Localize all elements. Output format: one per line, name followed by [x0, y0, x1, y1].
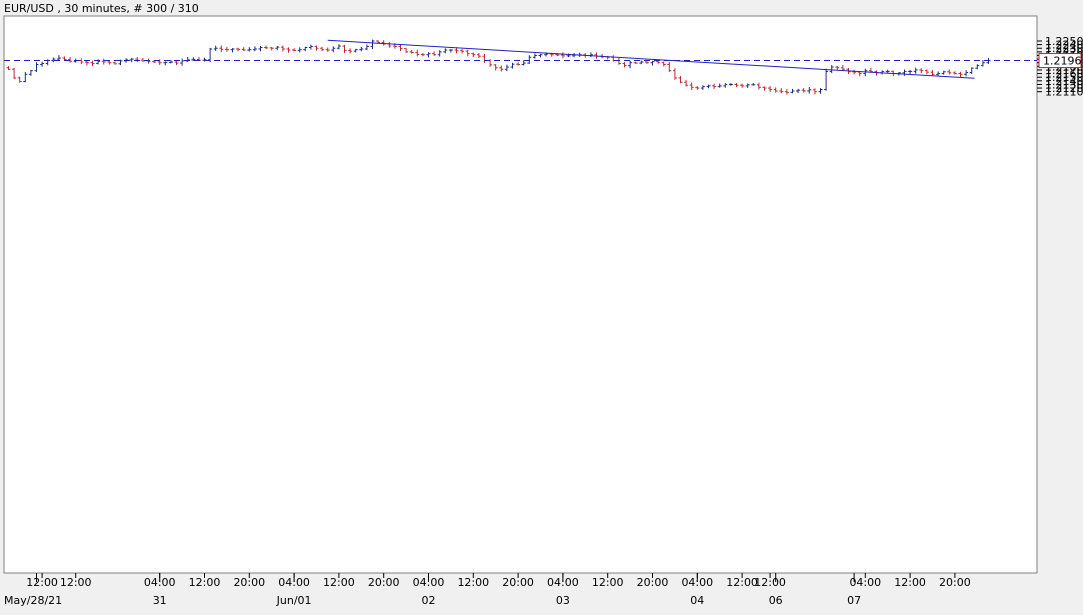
x-time-label: 12:00 — [26, 576, 58, 589]
x-time-label: 12:00 — [754, 576, 786, 589]
x-time-label: 12:00 — [60, 576, 92, 589]
x-date-label: 07 — [847, 594, 861, 607]
x-time-label: 12:00 — [189, 576, 221, 589]
x-date-label: May/28/21 — [4, 594, 62, 607]
chart-title: EUR/USD , 30 minutes, # 300 / 310 — [4, 2, 199, 15]
x-time-label: 20:00 — [637, 576, 669, 589]
x-date-label: 04 — [690, 594, 704, 607]
chart-canvas: EUR/USD , 30 minutes, # 300 / 310 1.2110… — [0, 0, 1083, 611]
x-date-label: 02 — [422, 594, 436, 607]
x-time-label: 12:00 — [323, 576, 355, 589]
x-time-label: 20:00 — [502, 576, 534, 589]
x-time-label: 20:00 — [368, 576, 400, 589]
x-date-label: Jun/01 — [276, 594, 312, 607]
x-time-label: 12:00 — [457, 576, 489, 589]
x-time-label: 12:00 — [592, 576, 624, 589]
current-price-label: 1.2196 — [1043, 55, 1082, 68]
x-date-label: 03 — [556, 594, 570, 607]
x-time-label: 20:00 — [939, 576, 971, 589]
x-time-label: 12:00 — [894, 576, 926, 589]
x-time-label: 20:00 — [233, 576, 265, 589]
y-tick-label: 1.2250 — [1045, 35, 1083, 48]
x-date-label: 31 — [153, 594, 167, 607]
plot-area — [3, 15, 1038, 574]
chart: EUR/USD , 30 minutes, # 300 / 310 1.2110… — [0, 0, 1083, 611]
x-time-label: 12:00 — [726, 576, 758, 589]
x-date-label: 06 — [769, 594, 783, 607]
